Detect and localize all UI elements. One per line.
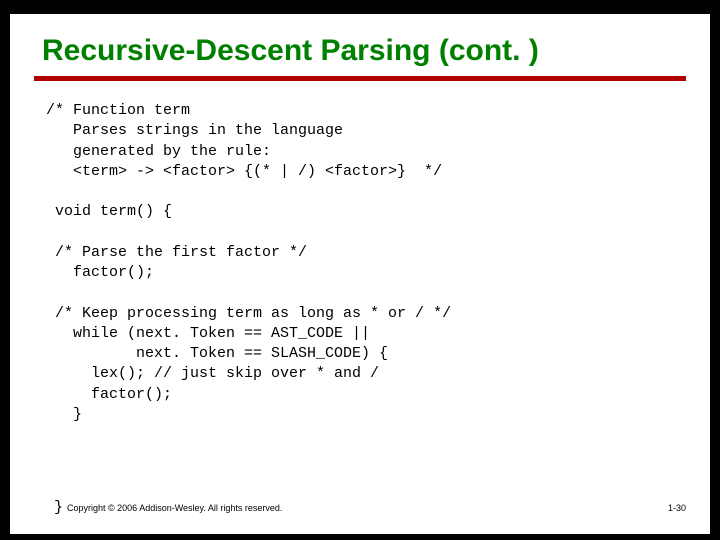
slide-title: Recursive-Descent Parsing (cont. ): [10, 14, 710, 76]
code-line: next. Token == SLASH_CODE) {: [46, 345, 388, 362]
code-block: /* Function term Parses strings in the l…: [10, 81, 710, 425]
code-line: /* Parse the first factor */: [46, 244, 307, 261]
page-number: 1-30: [668, 503, 686, 513]
code-closing-brace: }: [54, 499, 63, 516]
code-line: /* Function term: [46, 102, 190, 119]
code-line: generated by the rule:: [46, 143, 271, 160]
code-line: factor();: [46, 386, 172, 403]
code-line: while (next. Token == AST_CODE ||: [46, 325, 370, 342]
footer: } Copyright © 2006 Addison-Wesley. All r…: [54, 499, 686, 516]
code-line: void term() {: [46, 203, 172, 220]
code-line: factor();: [46, 264, 154, 281]
slide: Recursive-Descent Parsing (cont. ) /* Fu…: [10, 14, 710, 534]
code-line: <term> -> <factor> {(* | /) <factor>} */: [46, 163, 442, 180]
copyright-text: Copyright © 2006 Addison-Wesley. All rig…: [67, 503, 282, 513]
code-line: Parses strings in the language: [46, 122, 343, 139]
footer-left: } Copyright © 2006 Addison-Wesley. All r…: [54, 499, 282, 516]
code-line: lex(); // just skip over * and /: [46, 365, 379, 382]
code-line: }: [46, 406, 82, 423]
code-line: /* Keep processing term as long as * or …: [46, 305, 451, 322]
